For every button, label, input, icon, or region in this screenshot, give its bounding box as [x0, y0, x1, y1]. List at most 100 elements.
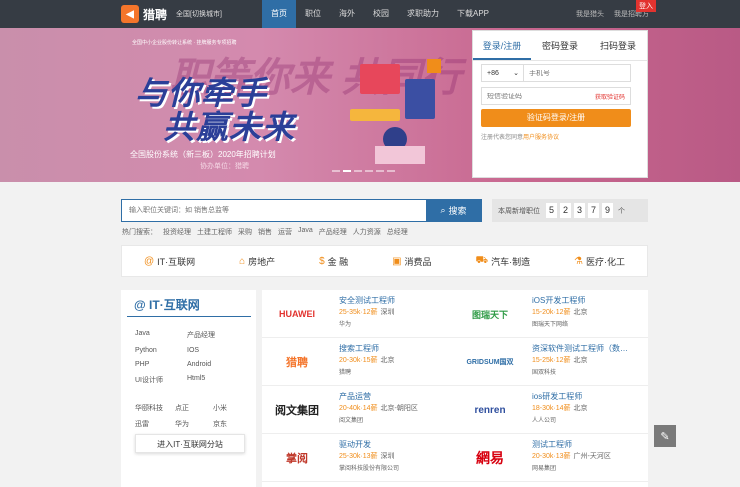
hot-keyword[interactable]: 土建工程师 — [197, 227, 232, 237]
job-city: 广州-天河区 — [573, 453, 611, 460]
nav-jobs[interactable]: 职位 — [296, 0, 330, 28]
category-finance[interactable]: $ 金 融 — [319, 255, 348, 268]
company-tag[interactable]: 华颐科技 — [135, 403, 175, 413]
carousel-dot[interactable] — [376, 170, 384, 172]
sms-code-input[interactable] — [482, 92, 582, 100]
skill-tag[interactable]: 产品经理 — [187, 330, 239, 340]
search-input[interactable] — [122, 200, 426, 221]
job-title[interactable]: 产品运营 — [339, 391, 451, 402]
enter-it-site-button[interactable]: 进入IT·互联网分站 — [135, 434, 245, 453]
job-company[interactable]: 人人公司 — [532, 415, 556, 424]
country-code: +86 — [487, 69, 499, 77]
nav-overseas[interactable]: 海外 — [330, 0, 364, 28]
hot-keyword[interactable]: 产品经理 — [319, 227, 347, 237]
nav-campus[interactable]: 校园 — [364, 0, 398, 28]
category-auto[interactable]: ⛟ 汽车·制造 — [475, 255, 530, 268]
job-company[interactable]: 阅文集团 — [339, 415, 363, 424]
job-card[interactable]: 猎聘 搜索工程师 20-30k·15薪 北京 猎聘 — [262, 338, 455, 386]
tab-qr-login[interactable]: 扫码登录 — [589, 31, 647, 60]
counter-unit: 个 — [618, 207, 625, 215]
search-button[interactable]: ⌕ 搜索 — [426, 200, 481, 221]
company-tag[interactable]: 华为 — [175, 419, 213, 429]
hot-keyword[interactable]: 采购 — [238, 227, 252, 237]
hot-searches: 热门搜索： 投资经理 土建工程师 采购 销售 运营 Java 产品经理 人力资源… — [122, 227, 408, 237]
job-card[interactable]: 阅文集团 产品运营 20-40k·14薪 北京-朝阳区 阅文集团 — [262, 386, 455, 434]
job-title[interactable]: iOS开发工程师 — [532, 295, 644, 306]
skill-tag[interactable]: Android — [187, 361, 239, 368]
job-salary-row: 20-30k·13薪 广州-天河区 — [532, 451, 611, 461]
get-code-button[interactable]: 获取验证码 — [595, 92, 630, 101]
company-tag[interactable]: 京东 — [213, 419, 251, 429]
carousel-dot[interactable] — [332, 170, 340, 172]
skill-tag[interactable]: PHP — [135, 361, 187, 368]
feedback-icon[interactable]: ✎ — [654, 425, 676, 447]
job-card[interactable]: HUAWEI 安全测试工程师 25-35k·12薪 深圳 华为 — [262, 290, 455, 338]
hot-keyword[interactable]: 人力资源 — [353, 227, 381, 237]
skill-tag[interactable]: Java — [135, 330, 187, 340]
job-title[interactable]: 搜索工程师 — [339, 343, 451, 354]
site-logo[interactable]: ◀ 猎聘 — [121, 5, 167, 23]
job-company[interactable]: 掌阅科技股份有限公司 — [339, 463, 399, 472]
search-button-label: 搜索 — [448, 206, 467, 216]
hot-keyword[interactable]: 销售 — [258, 227, 272, 237]
tab-login-register[interactable]: 登录/注册 — [473, 31, 531, 60]
logo-text: 網易 — [476, 450, 504, 466]
job-salary: 18-30k·14薪 — [532, 405, 571, 412]
login-badge[interactable]: 登入 — [636, 0, 656, 12]
carousel-dot[interactable] — [387, 170, 395, 172]
job-card[interactable]: renren ios研发工程师 18-30k·14薪 北京 人人公司 — [455, 386, 648, 434]
login-submit-button[interactable]: 验证码登录/注册 — [481, 109, 631, 127]
skill-tag[interactable]: Python — [135, 347, 187, 354]
nav-download-app[interactable]: 下载APP — [448, 0, 498, 28]
job-company[interactable]: 华为 — [339, 319, 351, 328]
job-card[interactable]: 图瑞天下 iOS开发工程师 15-20k·12薪 北京 图瑞天下网络 — [455, 290, 648, 338]
job-title[interactable]: 测试工程师 — [532, 439, 644, 450]
counter-digit: 2 — [560, 203, 571, 218]
category-it[interactable]: @ IT·互联网 — [144, 255, 195, 268]
new-jobs-label: 本周新增职位 — [498, 207, 540, 215]
skill-tag[interactable]: IOS — [187, 347, 239, 354]
phone-field: +86 ⌄ — [481, 64, 631, 82]
logo-text: 猎聘 — [286, 357, 308, 369]
job-salary-row: 15-20k·12薪 北京 — [532, 307, 588, 317]
job-company[interactable]: 国双科技 — [532, 367, 556, 376]
nav-career-help[interactable]: 求职助力 — [398, 0, 448, 28]
hot-keyword[interactable]: 投资经理 — [163, 227, 191, 237]
job-salary: 20-30k·13薪 — [532, 453, 571, 460]
company-logo: 掌阅 — [267, 447, 327, 469]
company-tag[interactable]: 迅雷 — [135, 419, 175, 429]
hot-keyword[interactable]: 运营 — [278, 227, 292, 237]
skill-tag[interactable]: UI设计师 — [135, 375, 187, 385]
nav-home[interactable]: 首页 — [262, 0, 296, 28]
tab-password-login[interactable]: 密码登录 — [531, 31, 589, 60]
job-title[interactable]: 安全测试工程师 — [339, 295, 451, 306]
headhunter-link[interactable]: 我是猎头 — [576, 9, 604, 19]
hot-keyword[interactable]: 总经理 — [387, 227, 408, 237]
job-card[interactable]: 掌阅 驱动开发 25-30k·13薪 深圳 掌阅科技股份有限公司 — [262, 434, 455, 482]
country-code-select[interactable]: +86 ⌄ — [482, 65, 524, 81]
job-card[interactable]: GRIDSUM国双 资深软件测试工程师（数… 15-25k·12薪 北京 国双科技 — [455, 338, 648, 386]
skill-tag[interactable]: Html5 — [187, 375, 239, 385]
category-consumer[interactable]: ▣ 消费品 — [392, 255, 431, 268]
carousel-dot[interactable] — [354, 170, 362, 172]
category-label: 金 融 — [327, 256, 349, 267]
carousel-dot[interactable] — [343, 170, 351, 172]
category-medical[interactable]: ⚗ 医疗·化工 — [574, 255, 625, 268]
job-title[interactable]: 资深软件测试工程师（数… — [532, 343, 644, 354]
job-company[interactable]: 图瑞天下网络 — [532, 319, 568, 328]
job-card[interactable]: 網易 测试工程师 20-30k·13薪 广州-天河区 网易集团 — [455, 434, 648, 482]
category-real-estate[interactable]: ⌂ 房地产 — [239, 255, 275, 268]
service-agreement-link[interactable]: 用户服务协议 — [523, 135, 559, 141]
phone-input[interactable] — [524, 69, 624, 77]
job-title[interactable]: ios研发工程师 — [532, 391, 644, 402]
carousel-dot[interactable] — [365, 170, 373, 172]
category-label: 房地产 — [248, 256, 276, 267]
job-company[interactable]: 猎聘 — [339, 367, 351, 376]
city-switcher[interactable]: 全国[切换城市] — [176, 9, 222, 19]
company-tag[interactable]: 点正 — [175, 403, 213, 413]
job-company[interactable]: 网易集团 — [532, 463, 556, 472]
hot-keyword[interactable]: Java — [298, 227, 313, 237]
job-title[interactable]: 驱动开发 — [339, 439, 451, 450]
company-tag[interactable]: 小米 — [213, 403, 251, 413]
job-salary: 25-35k·12薪 — [339, 309, 378, 316]
